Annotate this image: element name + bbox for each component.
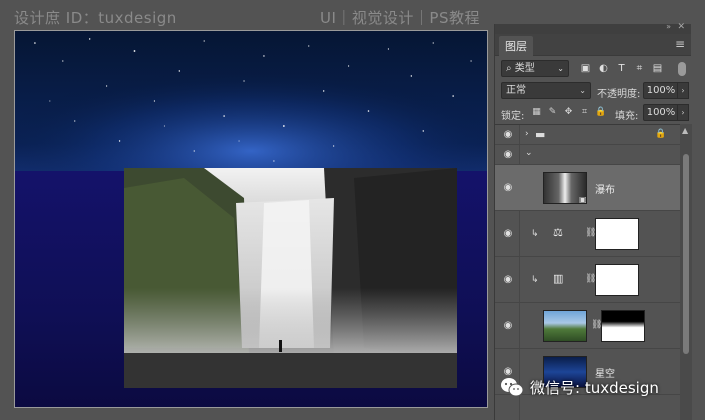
levels-icon: ▥ — [553, 272, 564, 285]
layer-mask-thumbnail — [595, 218, 639, 250]
smart-object-filter-icon[interactable]: ▤ — [651, 62, 664, 75]
clipping-mask-icon: ↳ — [531, 229, 539, 239]
layer-name[interactable]: 瀑布 — [595, 181, 615, 196]
layer-landscape[interactable]: ◉ ⛓ — [495, 303, 680, 349]
eye-icon[interactable]: ◉ — [501, 130, 515, 140]
filter-toggle[interactable] — [678, 62, 686, 76]
eye-icon[interactable]: ◉ — [501, 275, 515, 285]
scroll-up-icon[interactable]: ▲ — [682, 126, 688, 135]
layer-lock-icon: 🔒 — [655, 129, 667, 139]
chevron-right-icon[interactable]: › — [525, 129, 529, 139]
eye-icon[interactable]: ◉ — [501, 183, 515, 193]
lock-row: 锁定: ▦ ✎ ✥ ⌗ 🔒 填充: 100% › — [495, 102, 692, 124]
chevron-down-icon: ⌄ — [579, 86, 586, 95]
chevron-down-icon[interactable]: ⌄ — [525, 148, 533, 158]
tab-layers[interactable]: 图层 — [499, 36, 533, 56]
fill-label: 填充: — [615, 111, 639, 122]
wechat-watermark: 微信号: tuxdesign — [500, 372, 659, 402]
opacity-label: 不透明度: — [597, 89, 641, 100]
lock-position-icon[interactable]: ✥ — [563, 107, 574, 118]
image-filter-icon[interactable]: ▣ — [579, 62, 592, 75]
blend-row: 正常 ⌄ 不透明度: 100% › — [495, 80, 692, 102]
layers-panel: » ✕ 图层 ≡ ⌕ 类型 ⌄ ▣ ◐ T ⌗ ▤ 正常 ⌄ 不透明度: 100… — [494, 22, 692, 420]
blend-mode-value: 正常 — [506, 85, 526, 96]
blend-mode-select[interactable]: 正常 ⌄ — [501, 82, 591, 99]
shape-filter-icon[interactable]: ⌗ — [633, 62, 646, 75]
panel-title-bar[interactable]: » ✕ — [495, 22, 691, 34]
lock-label: 锁定: — [501, 111, 525, 122]
layer-group-open[interactable]: ◉ ⌄ — [495, 145, 680, 165]
opacity-dropdown-icon[interactable]: › — [677, 82, 689, 99]
folder-icon: ▬ — [535, 128, 546, 141]
scrollbar-thumb[interactable] — [683, 154, 689, 354]
eye-icon[interactable]: ◉ — [501, 150, 515, 160]
smart-object-icon: ▣ — [579, 195, 587, 204]
lock-image-pixels-icon[interactable]: ✎ — [547, 107, 558, 118]
color-balance-icon: ⚖ — [553, 226, 563, 239]
panel-menu-icon[interactable]: ≡ — [675, 37, 685, 51]
wechat-id-text: 微信号: tuxdesign — [530, 378, 659, 397]
eye-icon[interactable]: ◉ — [501, 321, 515, 331]
document-canvas[interactable] — [14, 30, 488, 408]
layer-color-balance[interactable]: ◉ ↳ ⚖ ⛓ — [495, 211, 680, 257]
fill-dropdown-icon[interactable]: › — [677, 104, 689, 121]
layers-scrollbar[interactable]: ▲ — [680, 124, 692, 420]
watermark-categories: UI｜视觉设计｜PS教程 — [320, 9, 480, 27]
clipping-mask-icon: ↳ — [531, 275, 539, 285]
wechat-icon — [501, 378, 524, 397]
adjustment-filter-icon[interactable]: ◐ — [597, 62, 610, 75]
starry-sky — [15, 31, 487, 181]
type-filter-icon[interactable]: T — [615, 62, 628, 75]
filter-row: ⌕ 类型 ⌄ ▣ ◐ T ⌗ ▤ — [495, 58, 692, 80]
layer-waterfall[interactable]: ◉ ▣ 瀑布 — [495, 165, 680, 211]
fill-input[interactable]: 100% — [643, 104, 679, 121]
layer-filter-select[interactable]: ⌕ 类型 ⌄ — [501, 60, 569, 77]
opacity-input[interactable]: 100% — [643, 82, 679, 99]
close-panel-icon[interactable]: ✕ — [677, 22, 685, 32]
layer-mask-thumbnail — [595, 264, 639, 296]
panel-header: 图层 ≡ — [495, 34, 691, 56]
filter-type-label: 类型 — [514, 63, 535, 74]
collapse-panel-icon[interactable]: » — [666, 22, 671, 31]
lock-artboard-icon[interactable]: ⌗ — [579, 107, 590, 118]
eye-icon[interactable]: ◉ — [501, 229, 515, 239]
search-icon: ⌕ — [506, 63, 515, 74]
lock-transparent-pixels-icon[interactable]: ▦ — [531, 107, 542, 118]
chevron-down-icon: ⌄ — [557, 64, 564, 73]
lock-all-icon[interactable]: 🔒 — [595, 107, 606, 118]
layer-group-top[interactable]: ◉ › ▬ 🔒 — [495, 125, 680, 145]
watermark-id: 设计庶 ID：tuxdesign — [14, 9, 177, 27]
layer-thumbnail — [543, 310, 587, 342]
layer-levels[interactable]: ◉ ↳ ▥ ⛓ — [495, 257, 680, 303]
waterfall-photo[interactable] — [124, 168, 457, 388]
layer-mask-thumbnail — [601, 310, 645, 342]
